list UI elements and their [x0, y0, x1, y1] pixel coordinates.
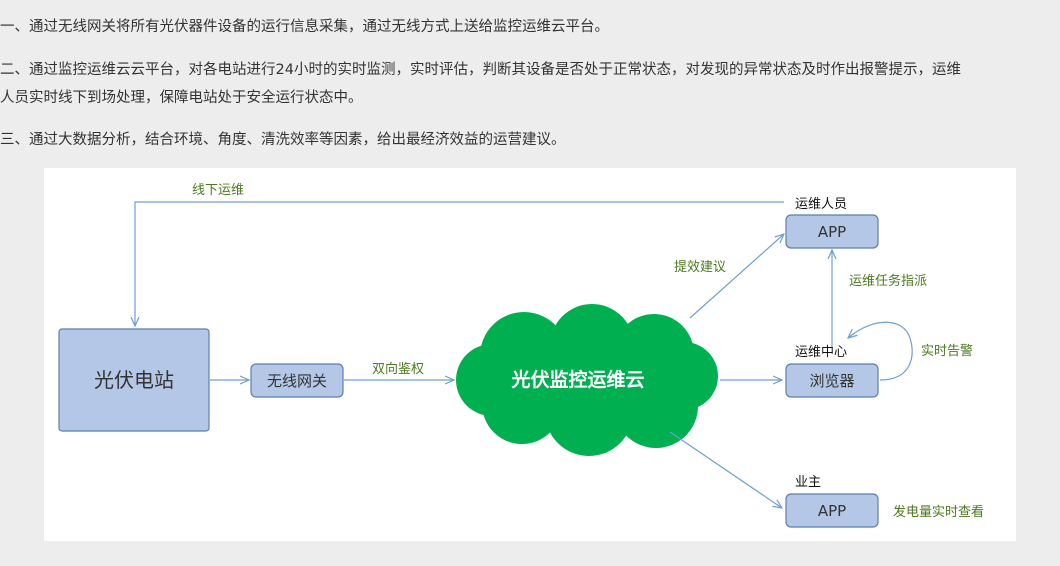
- realtime-alarm-label: 实时告警: [921, 343, 973, 359]
- cloud-to-ops-app-arrow: [689, 234, 784, 319]
- gateway-node-label: 无线网关: [267, 372, 327, 390]
- ops-staff-title: 运维人员: [795, 197, 847, 212]
- owner-app-node-label: APP: [818, 502, 846, 520]
- efficiency-advice-label: 提效建议: [674, 259, 726, 275]
- diagram-canvas: 线下运维 光伏电站 无线网关 双向鉴权 光伏监控运维云 提效建议 运维人员 AP…: [58, 183, 984, 528]
- intro-paragraph-2-line-2: 人员实时线下到场处理，保障电站处于安全运行状态中。: [0, 90, 363, 106]
- owner-title: 业主: [795, 475, 821, 490]
- offline-ops-label: 线下运维: [192, 183, 244, 198]
- ops-app-node-label: APP: [818, 223, 846, 241]
- cloud-node-label: 光伏监控运维云: [510, 368, 644, 391]
- task-dispatch-label: 运维任务指派: [849, 273, 927, 289]
- intro-paragraph-2-line-1: 二、通过监控运维云云平台，对各电站进行24小时的实时监测，实时评估，判断其设备是…: [0, 62, 961, 78]
- intro-paragraph-3: 三、通过大数据分析，结合环境、角度、清洗效率等因素，给出最经济效益的运营建议。: [0, 132, 566, 148]
- generation-view-label: 发电量实时查看: [893, 504, 984, 520]
- ops-center-title: 运维中心: [795, 345, 847, 360]
- intro-paragraph-2: 二、通过监控运维云云平台，对各电站进行24小时的实时监测，实时评估，判断其设备是…: [0, 56, 961, 112]
- station-node-label: 光伏电站: [94, 368, 174, 392]
- two-way-auth-label: 双向鉴权: [372, 361, 424, 377]
- browser-node-label: 浏览器: [809, 372, 854, 390]
- cloud-to-owner-app-arrow: [669, 431, 782, 508]
- intro-paragraph-1: 一、通过无线网关将所有光伏器件设备的运行信息采集，通过无线方式上送给监控运维云平…: [0, 19, 609, 35]
- architecture-diagram: 线下运维 光伏电站 无线网关 双向鉴权 光伏监控运维云 提效建议 运维人员 AP…: [44, 168, 1016, 541]
